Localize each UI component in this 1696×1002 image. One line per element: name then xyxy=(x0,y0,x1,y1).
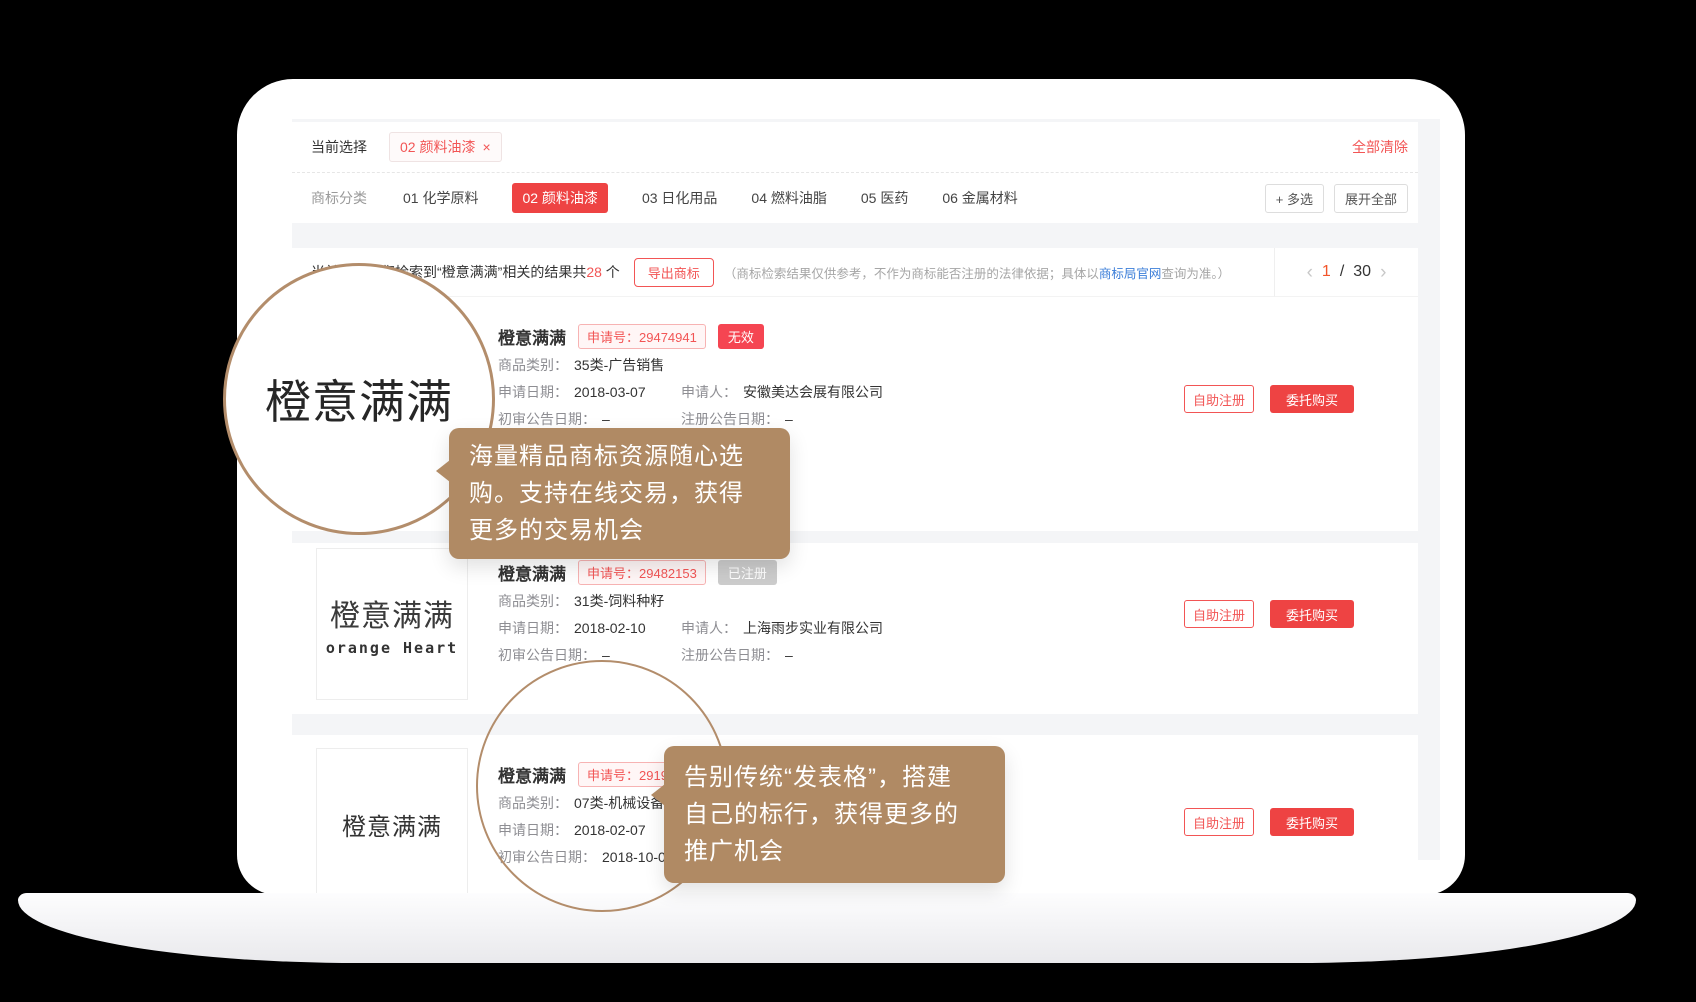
field-value: – xyxy=(785,645,793,665)
prev-page-icon[interactable]: ‹ xyxy=(1307,263,1313,282)
tab-metal-materials[interactable]: 06 金属材料 xyxy=(942,188,1017,208)
disclaimer-text: （商标检索结果仅供参考，不作为商标能否注册的法律依据；具体以商标局官网查询为准。… xyxy=(724,263,1230,282)
selected-filter-chip-label: 02 颜料油漆 xyxy=(400,137,475,157)
field-label: 申请日期： xyxy=(498,382,568,402)
field-value: – xyxy=(602,409,610,429)
tooltip-promotion: 告别传统“发表格”，搭建 自己的标行，获得更多的 推广机会 xyxy=(664,746,1005,883)
row-actions: 自助注册 委托购买 xyxy=(1184,385,1354,413)
field-value: 2018-02-10 xyxy=(574,618,646,638)
current-selection-label: 当前选择 xyxy=(311,137,367,157)
self-register-button[interactable]: 自助注册 xyxy=(1184,385,1254,413)
field-value: 31类-饲料种籽 xyxy=(574,591,664,611)
selected-filter-chip[interactable]: 02 颜料油漆 × xyxy=(389,132,502,162)
self-register-button[interactable]: 自助注册 xyxy=(1184,808,1254,836)
application-number-value: 29482153 xyxy=(639,566,697,581)
trademark-image: 橙意满满 orange Heart xyxy=(316,548,468,700)
entrust-purchase-button[interactable]: 委托购买 xyxy=(1270,808,1354,836)
tooltip-arrow-icon xyxy=(436,460,450,482)
application-number-value: 29474941 xyxy=(639,330,697,345)
current-page: 1 xyxy=(1322,263,1331,281)
field-label: 申请人： xyxy=(681,618,737,638)
tooltip-line: 更多的交易机会 xyxy=(469,512,770,549)
total-pages: 30 xyxy=(1353,263,1371,281)
tooltip-line: 海量精品商标资源随心选 xyxy=(469,438,770,475)
field-value: 2018-03-07 xyxy=(574,382,646,402)
row-actions: 自助注册 委托购买 xyxy=(1184,600,1354,628)
category-actions: + 多选 展开全部 xyxy=(1265,184,1408,213)
field-value: 安徽美达会展有限公司 xyxy=(743,382,883,402)
field-value: 35类-广告销售 xyxy=(574,355,664,375)
results-card: 橙意满满 orange Heart 橙意满满 申请号：29482153 已注册 … xyxy=(292,543,1418,714)
tooltip-line: 购。支持在线交易，获得 xyxy=(469,475,770,512)
page-divider: / xyxy=(1340,263,1344,281)
application-number-chip: 申请号：29482153 xyxy=(578,560,706,585)
trademark-office-link[interactable]: 商标局官网 xyxy=(1099,267,1162,281)
results-count: 28 xyxy=(586,264,602,280)
multi-select-button[interactable]: + 多选 xyxy=(1265,184,1324,213)
current-selection-row: 当前选择 02 颜料油漆 × 全部清除 xyxy=(292,122,1418,173)
status-badge-invalid: 无效 xyxy=(718,324,764,349)
trademark-name: 橙意满满 xyxy=(498,560,566,585)
next-page-icon[interactable]: › xyxy=(1380,263,1386,282)
category-tabs: 01 化学原料 02 颜料油漆 03 日化用品 04 燃料油脂 05 医药 06… xyxy=(403,183,1018,213)
tab-fuel-grease[interactable]: 04 燃料油脂 xyxy=(751,188,826,208)
field-value: 上海雨步实业有限公司 xyxy=(743,618,883,638)
magnified-trademark-text: 橙意满满 xyxy=(265,366,453,432)
results-header-row: 当前分类为您检索到“橙意满满”相关的结果共28 个 导出商标 （商标检索结果仅供… xyxy=(292,248,1418,297)
summary-suffix: 个 xyxy=(602,264,620,280)
filter-card: 当前选择 02 颜料油漆 × 全部清除 商标分类 01 化学原料 02 颜料油漆… xyxy=(292,122,1418,223)
trademark-image-text: 橙意满满 xyxy=(342,807,442,842)
trademark-result-row: 橙意满满 orange Heart 橙意满满 申请号：29482153 已注册 … xyxy=(292,543,1418,714)
self-register-button[interactable]: 自助注册 xyxy=(1184,600,1254,628)
field-label: 申请人： xyxy=(681,382,737,402)
field-value: – xyxy=(785,409,793,429)
field-label: 注册公告日期： xyxy=(681,645,779,665)
category-row: 商标分类 01 化学原料 02 颜料油漆 03 日化用品 04 燃料油脂 05 … xyxy=(292,173,1418,223)
field-label: 初审公告日期： xyxy=(498,409,596,429)
tooltip-line: 告别传统“发表格”，搭建 xyxy=(684,759,985,796)
tooltip-marketplace: 海量精品商标资源随心选 购。支持在线交易，获得 更多的交易机会 xyxy=(449,428,790,559)
entrust-purchase-button[interactable]: 委托购买 xyxy=(1270,600,1354,628)
laptop-base xyxy=(18,893,1636,963)
export-trademark-button[interactable]: 导出商标 xyxy=(634,258,714,287)
disclaimer-prefix: （商标检索结果仅供参考，不作为商标能否注册的法律依据；具体以 xyxy=(724,267,1099,281)
trademark-name: 橙意满满 xyxy=(498,324,566,349)
row-actions: 自助注册 委托购买 xyxy=(1184,808,1354,836)
tooltip-arrow-icon xyxy=(651,784,665,806)
pagination: ‹ 1 / 30 › xyxy=(1274,248,1418,297)
field-label: 注册公告日期： xyxy=(681,409,779,429)
field-label: 商品类别： xyxy=(498,355,568,375)
expand-all-button[interactable]: 展开全部 xyxy=(1334,184,1408,213)
application-number-label: 申请号： xyxy=(587,566,639,581)
application-number-chip: 申请号：29474941 xyxy=(578,324,706,349)
field-label: 商品类别： xyxy=(498,591,568,611)
tab-medicine[interactable]: 05 医药 xyxy=(861,188,908,208)
tooltip-line: 推广机会 xyxy=(684,833,985,870)
entrust-purchase-button[interactable]: 委托购买 xyxy=(1270,385,1354,413)
trademark-image: 橙意满满 xyxy=(316,748,468,895)
status-badge-registered: 已注册 xyxy=(718,560,777,585)
field-label: 申请日期： xyxy=(498,618,568,638)
trademark-image-text: 橙意满满 xyxy=(330,591,454,635)
application-number-label: 申请号： xyxy=(587,330,639,345)
trademark-image-subtext: orange Heart xyxy=(326,639,458,657)
tab-pigment-paint-active[interactable]: 02 颜料油漆 xyxy=(512,183,607,213)
category-label: 商标分类 xyxy=(311,188,367,208)
tooltip-line: 自己的标行，获得更多的 xyxy=(684,796,985,833)
disclaimer-suffix: 查询为准。） xyxy=(1161,267,1230,281)
chip-close-icon[interactable]: × xyxy=(482,139,490,155)
clear-all-button[interactable]: 全部清除 xyxy=(1352,137,1408,157)
tab-daily-chemicals[interactable]: 03 日化用品 xyxy=(642,188,717,208)
tab-chemical-materials[interactable]: 01 化学原料 xyxy=(403,188,478,208)
